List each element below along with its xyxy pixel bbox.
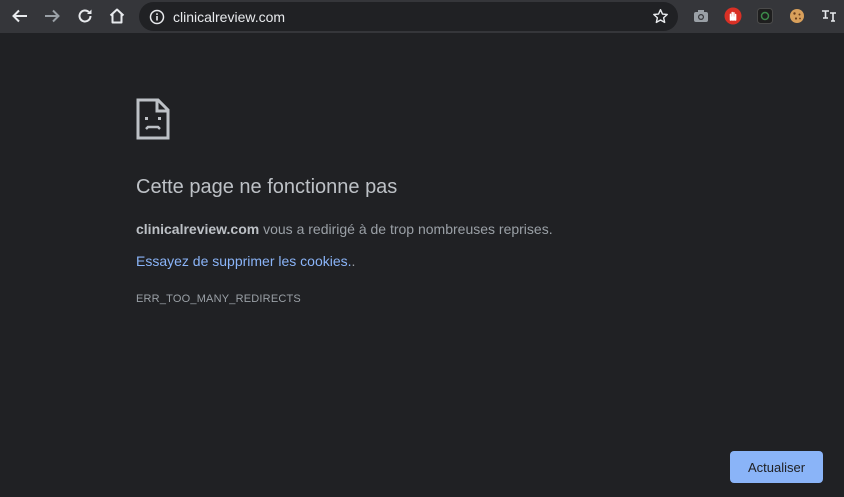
error-description: clinicalreview.com vous a redirigé à de …	[136, 221, 553, 237]
translate-extension-button[interactable]	[820, 7, 838, 25]
hand-stop-extension-button[interactable]	[724, 7, 742, 25]
forward-icon	[45, 9, 60, 23]
dark-square-extension-icon	[757, 8, 773, 24]
suggestion-suffix: .	[351, 253, 356, 269]
error-description-text: vous a redirigé à de trop nombreuses rep…	[259, 221, 553, 237]
dark-square-extension-button[interactable]	[756, 7, 774, 25]
error-domain: clinicalreview.com	[136, 221, 260, 237]
cookie-extension-button[interactable]	[788, 7, 806, 25]
error-suggestion: Essayez de supprimer les cookies..	[136, 253, 355, 269]
reload-page-button[interactable]: Actualiser	[730, 451, 823, 483]
home-button[interactable]	[105, 4, 129, 28]
back-icon	[12, 9, 27, 23]
reload-button[interactable]	[73, 4, 97, 28]
url-text[interactable]: clinicalreview.com	[173, 9, 285, 25]
reload-icon	[78, 9, 92, 23]
cookie-extension-icon	[790, 9, 804, 23]
camera-extension-icon	[694, 10, 708, 22]
forward-button[interactable]	[40, 4, 64, 28]
back-button[interactable]	[8, 4, 32, 28]
sad-page-icon	[136, 98, 170, 140]
camera-extension-button[interactable]	[692, 7, 710, 25]
clear-cookies-link[interactable]: Essayez de supprimer les cookies.	[136, 253, 352, 269]
address-bar[interactable]: clinicalreview.com	[139, 2, 678, 31]
browser-toolbar: clinicalreview.com	[0, 0, 844, 33]
translate-extension-icon	[822, 10, 836, 22]
error-code: ERR_TOO_MANY_REDIRECTS	[136, 293, 301, 305]
home-icon	[109, 8, 125, 24]
info-icon[interactable]	[149, 9, 165, 25]
hand-stop-extension-icon	[724, 7, 742, 25]
star-icon[interactable]	[652, 8, 669, 25]
error-title: Cette page ne fonctionne pas	[136, 176, 398, 198]
